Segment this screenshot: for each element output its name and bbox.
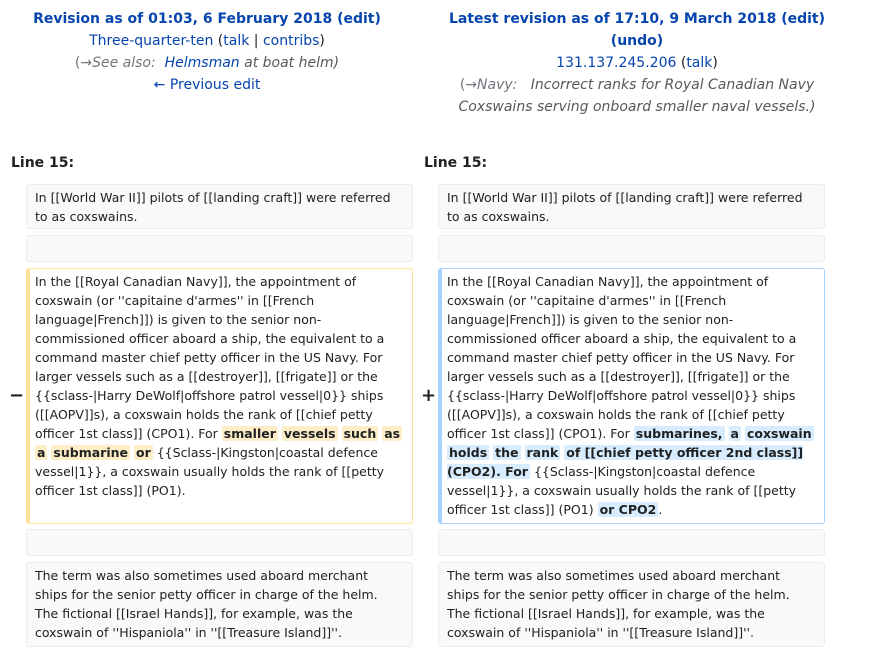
section-arrow-link[interactable]: (→ bbox=[75, 55, 92, 71]
added-word: rank bbox=[524, 445, 561, 460]
old-edit-link[interactable]: edit bbox=[343, 11, 374, 27]
new-empty-context-line bbox=[438, 235, 825, 262]
added-word: holds bbox=[447, 445, 490, 460]
added-paragraph: In the [[Royal Canadian Navy]], the appo… bbox=[438, 268, 825, 524]
helmsman-link[interactable]: Helmsman bbox=[165, 55, 240, 71]
added-word: coxswain bbox=[744, 426, 814, 441]
new-context-paragraph: The term was also sometimes used aboard … bbox=[438, 562, 825, 647]
new-empty-context-line bbox=[438, 529, 825, 556]
deleted-word: as bbox=[382, 426, 403, 441]
new-context-paragraph: In [[World War II]] pilots of [[landing … bbox=[438, 184, 825, 229]
new-revision-title: Latest revision as of 17:10, 9 March 201… bbox=[448, 11, 826, 27]
minus-marker: − bbox=[9, 385, 25, 406]
old-context-paragraph: The term was also sometimes used aboard … bbox=[26, 562, 413, 647]
deleted-word: smaller bbox=[221, 426, 278, 441]
old-user-contribs-link[interactable]: contribs bbox=[263, 33, 319, 49]
new-revision-link[interactable]: Latest revision as of 17:10, 9 March 201… bbox=[449, 11, 776, 27]
added-word: a bbox=[728, 426, 741, 441]
old-user-link[interactable]: Three-quarter-ten bbox=[89, 33, 213, 49]
new-edit-link[interactable]: edit bbox=[788, 11, 819, 27]
deleted-word: such bbox=[341, 426, 379, 441]
new-revision-header: Latest revision as of 17:10, 9 March 201… bbox=[414, 8, 860, 118]
old-revision-header: Revision as of 01:03, 6 February 2018 (e… bbox=[0, 8, 414, 96]
new-revision-user: 131.137.245.206 (talk) bbox=[556, 55, 718, 71]
deleted-paragraph: In the [[Royal Canadian Navy]], the appo… bbox=[26, 268, 413, 524]
added-word: submarines, bbox=[633, 426, 725, 441]
old-user-talk-link[interactable]: talk bbox=[223, 33, 249, 49]
old-revision-user: Three-quarter-ten (talk | contribs) bbox=[89, 33, 325, 49]
plus-marker: + bbox=[421, 385, 437, 406]
deleted-word: vessels bbox=[281, 426, 338, 441]
new-user-ip-link[interactable]: 131.137.245.206 bbox=[556, 55, 676, 71]
new-line-number: Line 15: bbox=[424, 155, 488, 171]
deleted-word: a bbox=[35, 445, 48, 460]
deleted-word: submarine bbox=[51, 445, 130, 460]
old-empty-context-line bbox=[26, 529, 413, 556]
old-context-paragraph: In [[World War II]] pilots of [[landing … bbox=[26, 184, 413, 229]
new-user-talk-link[interactable]: talk bbox=[686, 55, 712, 71]
added-word: or CPO2 bbox=[597, 502, 659, 517]
old-edit-summary: (→See also: Helmsman at boat helm) bbox=[74, 55, 340, 71]
old-line-number: Line 15: bbox=[11, 155, 75, 171]
new-edit-summary: (→Navy: Incorrect ranks for Royal Canadi… bbox=[458, 77, 816, 115]
old-revision-link[interactable]: Revision as of 01:03, 6 February 2018 bbox=[33, 11, 332, 27]
undo-link[interactable]: undo bbox=[617, 33, 657, 49]
navy-section-arrow-link[interactable]: (→ bbox=[460, 77, 477, 93]
previous-edit-link[interactable]: ← Previous edit bbox=[154, 77, 261, 93]
added-word: the bbox=[493, 445, 521, 460]
deleted-word: or bbox=[133, 445, 153, 460]
old-revision-title: Revision as of 01:03, 6 February 2018 (e… bbox=[33, 11, 381, 27]
old-empty-context-line bbox=[26, 235, 413, 262]
